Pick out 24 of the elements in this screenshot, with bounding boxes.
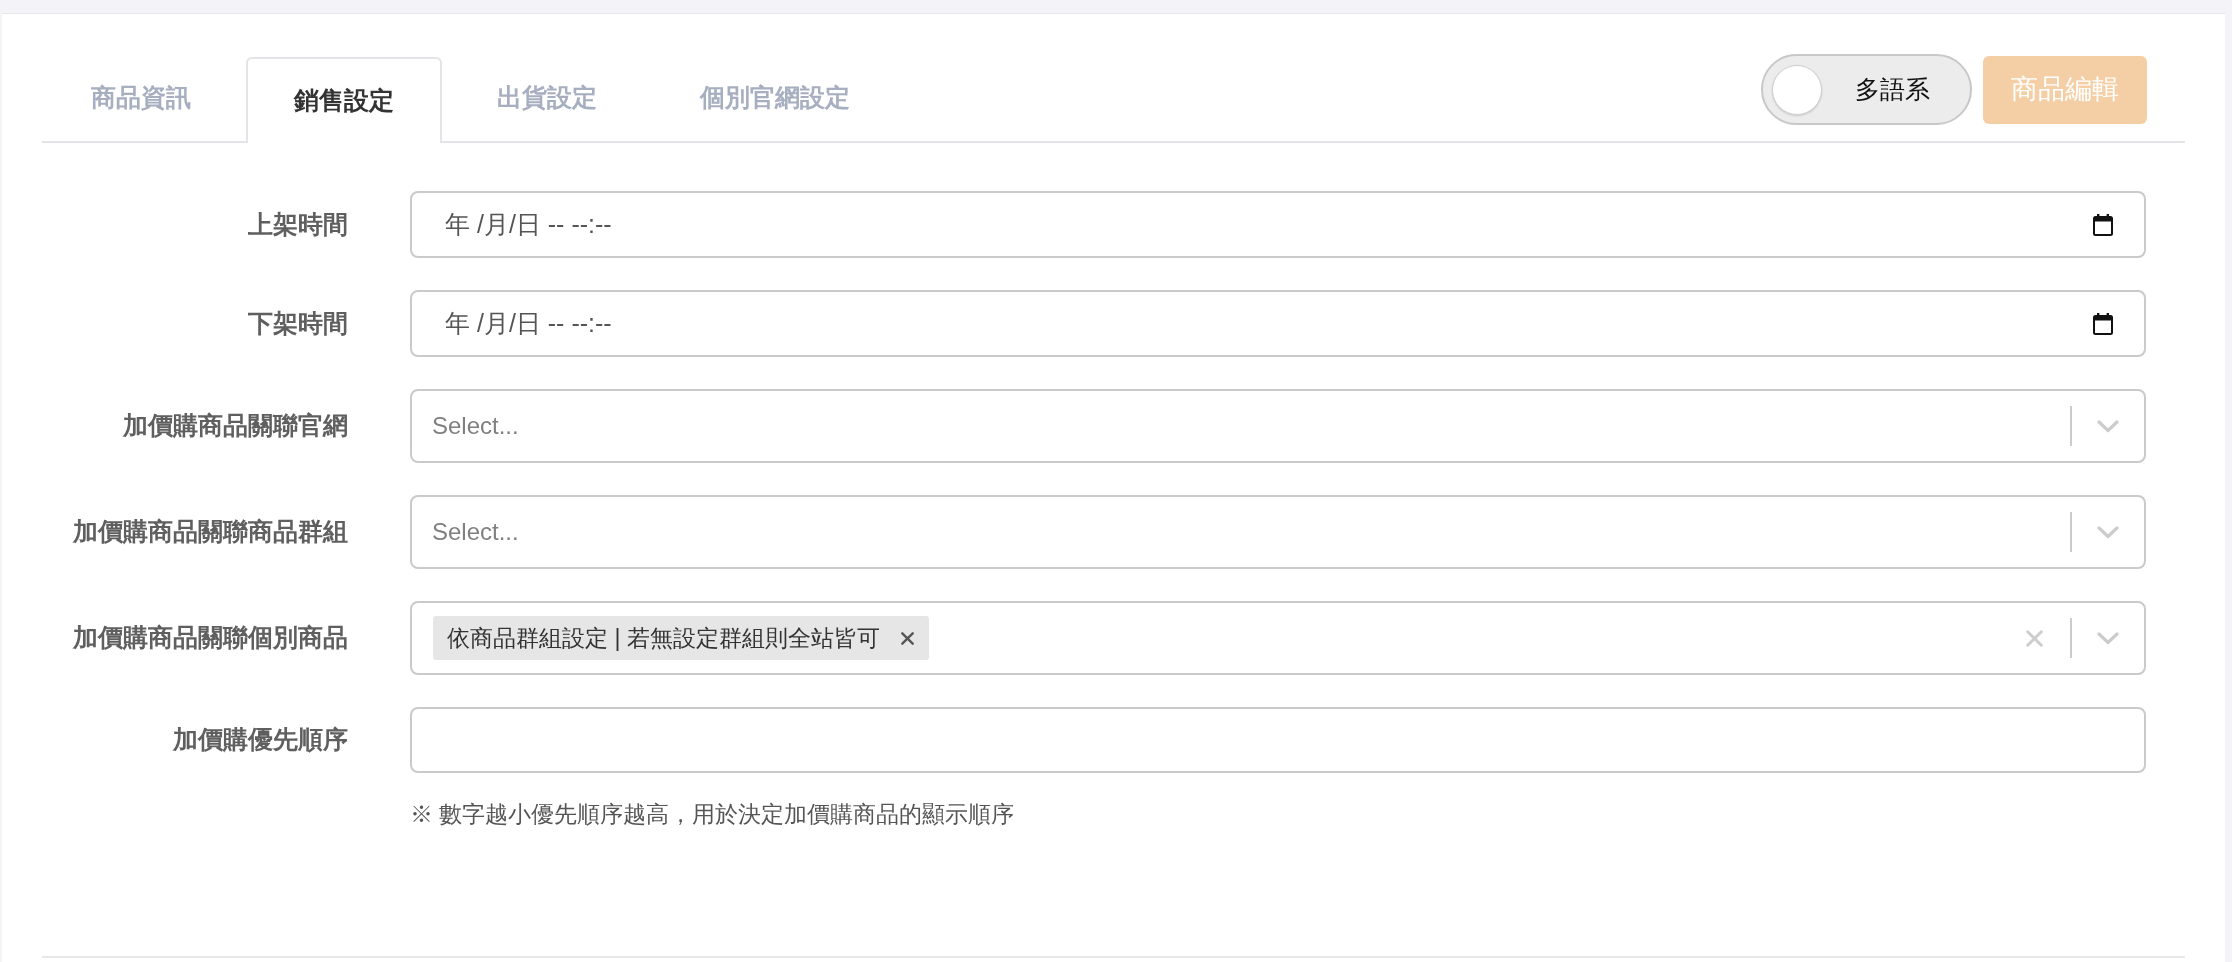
number-field[interactable] [410,707,2146,773]
hint-text: ※ 數字越小優先順序越高，用於決定加價購商品的顯示順序 [410,800,1015,829]
field-label: 加價購優先順序 [173,724,348,756]
language-toggle[interactable]: 多語系 [1761,54,1972,125]
select-field[interactable]: Select... [410,495,2146,569]
field-label: 加價購商品關聯商品群組 [73,516,348,548]
field-label: 上架時間 [248,208,348,240]
field-label: 下架時間 [248,307,348,339]
selected-tag[interactable]: 依商品群組設定 | 若無設定群組則全站皆可 [433,616,929,660]
close-icon[interactable] [900,631,914,645]
datetime-field[interactable]: 年 /月/日 -- --:-- [410,290,2146,357]
calendar-icon[interactable] [2093,312,2113,335]
field-label: 加價購商品關聯個別商品 [73,622,348,654]
multi-select-field[interactable]: 依商品群組設定 | 若無設定群組則全站皆可 [410,601,2146,675]
tab[interactable]: 銷售設定 [246,57,442,143]
chevron-down-icon[interactable] [2097,525,2119,539]
toggle-knob[interactable] [1772,64,1822,115]
select-field[interactable]: Select... [410,389,2146,463]
chevron-down-icon[interactable] [2097,631,2119,645]
clear-icon[interactable] [2026,629,2043,647]
field-label: 加價購商品關聯官網 [123,410,348,442]
calendar-icon[interactable] [2093,213,2113,236]
datetime-field[interactable]: 年 /月/日 -- --:-- [410,191,2146,258]
chevron-down-icon[interactable] [2097,419,2119,433]
